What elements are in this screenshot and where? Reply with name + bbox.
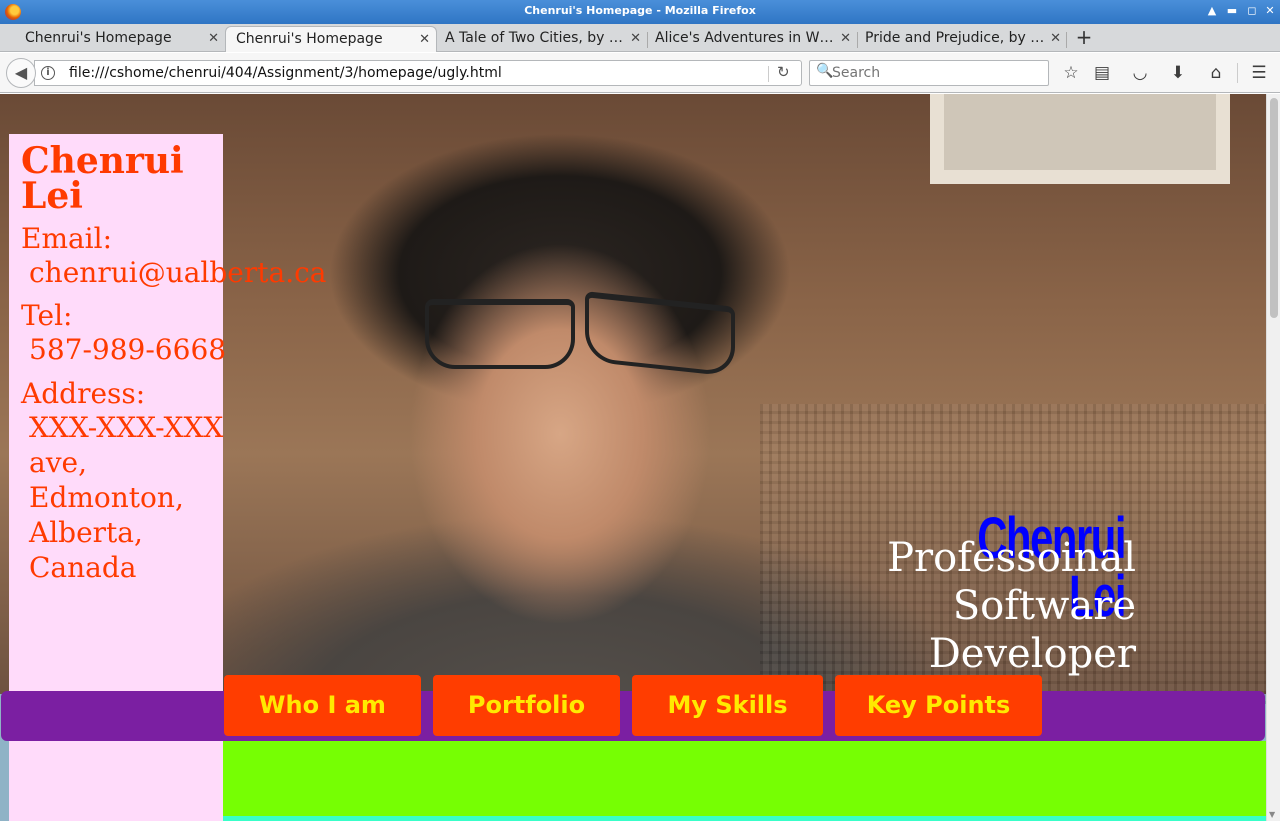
email-label: Email: [21, 222, 113, 255]
address-line: Edmonton, [29, 481, 184, 514]
tagline-line: Developer [928, 631, 1136, 677]
tab-3[interactable]: A Tale of Two Cities, by … ✕ [437, 26, 647, 52]
window-up-icon[interactable]: ▲ [1204, 4, 1220, 17]
nav-key-points-button[interactable]: Key Points [835, 675, 1042, 736]
tab-title: Alice's Adventures in W… [655, 30, 834, 46]
bookmark-star-icon[interactable]: ☆ [1060, 62, 1082, 84]
search-input[interactable] [832, 64, 1042, 82]
tab-1[interactable]: Chenrui's Homepage ✕ [0, 26, 225, 52]
menu-icon[interactable]: ☰ [1248, 62, 1270, 84]
tab-close-icon[interactable]: ✕ [419, 32, 430, 47]
tab-separator [1066, 32, 1067, 48]
tel-label: Tel: [21, 299, 73, 332]
tab-title: Chenrui's Homepage [25, 30, 172, 46]
address-line: ave, [29, 446, 87, 479]
glasses-lens-left [425, 299, 575, 369]
tab-title: Pride and Prejudice, by J… [865, 30, 1045, 46]
tab-4[interactable]: Alice's Adventures in W… ✕ [647, 26, 857, 52]
back-arrow-icon[interactable]: ◀ [6, 58, 36, 88]
sidebar-lower [9, 741, 223, 821]
tagline-line: Professoinal [887, 535, 1136, 581]
urlbar-divider [768, 66, 769, 82]
url-text[interactable]: file:///cshome/chenrui/404/Assignment/3/… [69, 65, 502, 81]
url-bar[interactable]: i file:///cshome/chenrui/404/Assignment/… [34, 60, 802, 86]
tab-2[interactable]: Chenrui's Homepage ✕ [225, 26, 437, 52]
tab-5[interactable]: Pride and Prejudice, by J… ✕ [857, 26, 1067, 52]
nav-toolbar: i file:///cshome/chenrui/404/Assignment/… [0, 53, 1280, 93]
reload-icon[interactable]: ↻ [777, 63, 790, 81]
home-icon[interactable]: ⌂ [1205, 62, 1227, 84]
address-line: XXX-XXX-XXX [29, 411, 224, 444]
tel-value: 587-989-6668 [29, 333, 227, 366]
page-content: Chenrui Lei Email: chenrui@ualberta.ca T… [0, 94, 1266, 821]
address-label: Address: [21, 377, 146, 410]
main-section [223, 741, 1266, 821]
window-minimize-icon[interactable]: ▬ [1224, 4, 1240, 17]
new-tab-icon[interactable]: + [1072, 27, 1096, 49]
reading-list-icon[interactable]: ▤ [1091, 62, 1113, 84]
address-line: Canada [29, 551, 137, 584]
tab-close-icon[interactable]: ✕ [840, 31, 851, 46]
tagline-line: Software [952, 583, 1136, 629]
scroll-down-icon[interactable]: ▼ [1269, 810, 1275, 819]
tab-title: Chenrui's Homepage [236, 31, 383, 47]
tab-close-icon[interactable]: ✕ [208, 31, 219, 46]
profile-name: Chenrui Lei [21, 140, 184, 217]
nav-who-i-am-button[interactable]: Who I am [224, 675, 421, 736]
window-close-icon[interactable]: ✕ [1262, 4, 1278, 17]
search-icon: 🔍 [816, 63, 834, 79]
toolbar-separator [1237, 63, 1238, 83]
scrollbar-thumb[interactable] [1270, 98, 1278, 318]
window-maximize-icon[interactable]: ◻ [1244, 4, 1260, 17]
info-icon[interactable]: i [41, 66, 55, 80]
page-scrollbar[interactable]: ▼ [1266, 94, 1280, 821]
picture-frame [930, 94, 1230, 184]
pocket-icon[interactable]: ◡ [1129, 62, 1151, 84]
nav-portfolio-button[interactable]: Portfolio [433, 675, 620, 736]
search-bar[interactable]: 🔍 [809, 60, 1049, 86]
glasses-lens-right [585, 291, 735, 377]
email-value: chenrui@ualberta.ca [29, 256, 327, 289]
tab-title: A Tale of Two Cities, by … [445, 30, 623, 46]
address-line: Alberta, [29, 516, 143, 549]
section-border [223, 816, 1266, 821]
downloads-icon[interactable]: ⬇ [1167, 62, 1189, 84]
nav-my-skills-button[interactable]: My Skills [632, 675, 823, 736]
window-titlebar: Chenrui's Homepage - Mozilla Firefox ▲ ▬… [0, 0, 1280, 24]
tab-close-icon[interactable]: ✕ [630, 31, 641, 46]
window-title: Chenrui's Homepage - Mozilla Firefox [524, 4, 756, 17]
hero-tagline: Professoinal Software Developer [840, 534, 1136, 678]
tab-close-icon[interactable]: ✕ [1050, 31, 1061, 46]
